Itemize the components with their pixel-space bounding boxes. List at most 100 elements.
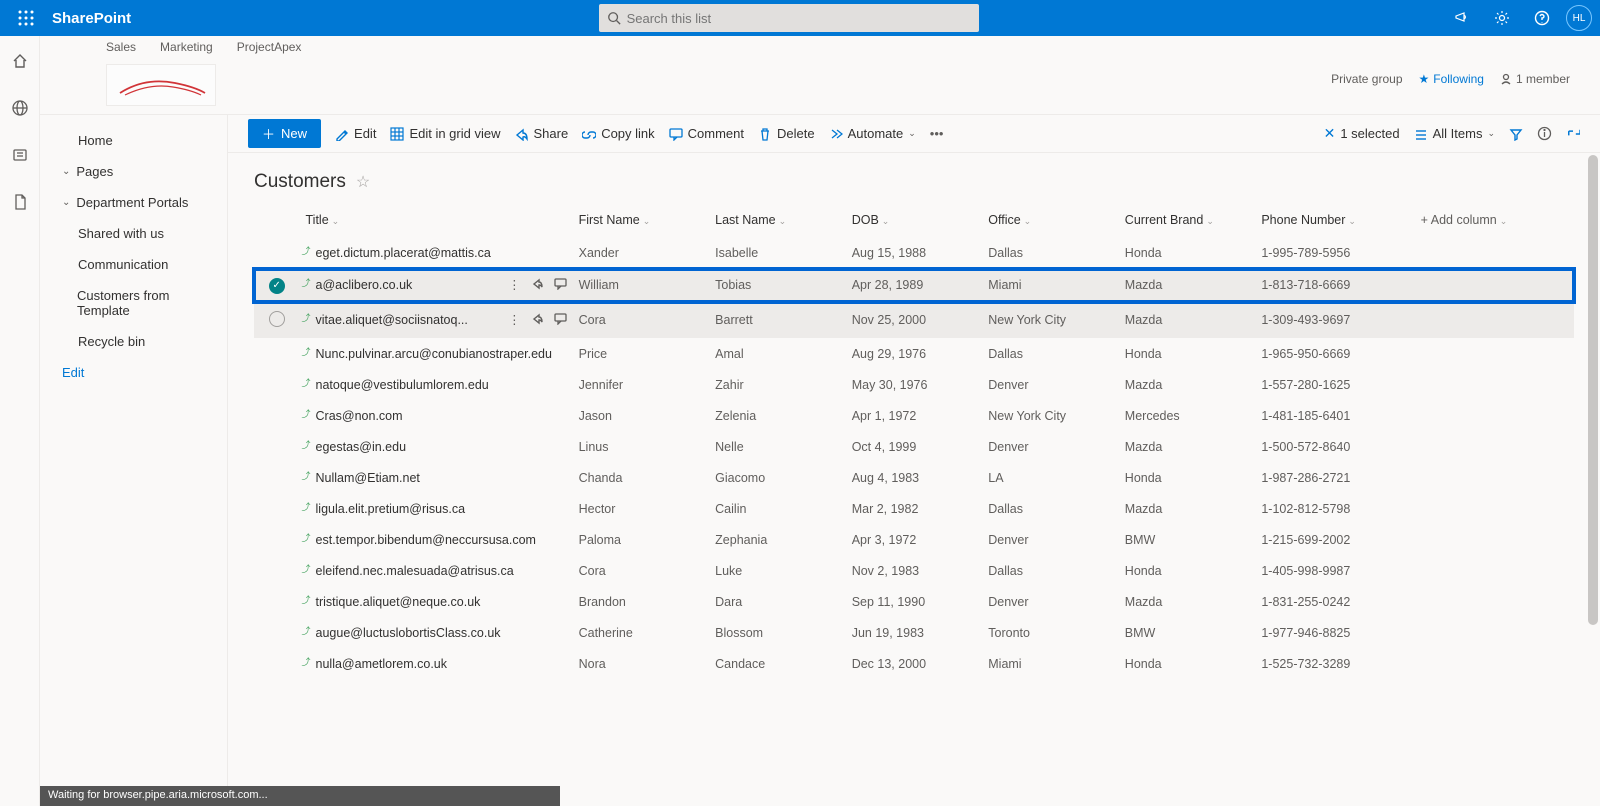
table-row[interactable]: ⤴egestas@in.eduLinusNelleOct 4, 1999Denv… [254, 431, 1574, 462]
top-nav-projectapex[interactable]: ProjectApex [237, 40, 302, 60]
table-row[interactable]: ⤴Cras@non.comJasonZeleniaApr 1, 1972New … [254, 400, 1574, 431]
info-button[interactable] [1537, 126, 1552, 141]
delete-button[interactable]: Delete [758, 126, 815, 141]
row-last: Blossom [709, 617, 846, 648]
table-row[interactable]: ⤴Nunc.pulvinar.arcu@conubianostraper.edu… [254, 338, 1574, 369]
row-title[interactable]: ⤴eleifend.nec.malesuada@atrisus.ca [306, 564, 514, 578]
nav-shared[interactable]: Shared with us [40, 218, 227, 249]
home-rail-icon[interactable] [11, 52, 29, 75]
col-first[interactable]: First Name⌄ [573, 203, 710, 238]
table-row[interactable]: ⤴natoque@vestibulumlorem.eduJenniferZahi… [254, 369, 1574, 400]
site-logo[interactable] [106, 64, 216, 106]
files-rail-icon[interactable] [11, 193, 29, 216]
row-brand: Honda [1119, 648, 1256, 679]
table-row[interactable]: ⤴vitae.aliquet@sociisnatoq...⋮CoraBarret… [254, 302, 1574, 338]
globe-rail-icon[interactable] [11, 99, 29, 122]
members-label[interactable]: 1 member [1500, 72, 1570, 86]
user-avatar[interactable]: HL [1566, 5, 1592, 31]
row-title[interactable]: ⤴est.tempor.bibendum@neccursusa.com [306, 533, 536, 547]
app-name[interactable]: SharePoint [52, 10, 131, 27]
more-button[interactable]: ••• [930, 126, 944, 141]
expand-icon [1566, 127, 1580, 141]
scrollbar[interactable] [1586, 115, 1600, 806]
row-title[interactable]: ⤴tristique.aliquet@neque.co.uk [306, 595, 481, 609]
col-phone[interactable]: Phone Number⌄ [1255, 203, 1414, 238]
top-nav-sales[interactable]: Sales [106, 40, 136, 60]
table-row[interactable]: ⤴tristique.aliquet@neque.co.ukBrandonDar… [254, 586, 1574, 617]
row-share-icon[interactable] [531, 312, 544, 328]
table-row[interactable]: ⤴est.tempor.bibendum@neccursusa.comPalom… [254, 524, 1574, 555]
edit-button[interactable]: Edit [335, 126, 376, 141]
row-phone: 1-965-950-6669 [1255, 338, 1414, 369]
view-selector[interactable]: All Items ⌄ [1414, 126, 1495, 141]
table-row[interactable]: ⤴eget.dictum.placerat@mattis.caXanderIsa… [254, 238, 1574, 269]
row-share-icon[interactable] [531, 277, 544, 293]
col-dob[interactable]: DOB⌄ [846, 203, 983, 238]
app-launcher-icon[interactable] [8, 0, 44, 36]
expand-button[interactable] [1566, 127, 1580, 141]
nav-communication[interactable]: Communication [40, 249, 227, 280]
row-comment-icon[interactable] [554, 277, 567, 293]
row-check-icon[interactable]: ✓ [269, 278, 285, 294]
comment-button[interactable]: Comment [669, 126, 744, 141]
table-row[interactable]: ⤴eleifend.nec.malesuada@atrisus.caCoraLu… [254, 555, 1574, 586]
link-indicator-icon: ⤴ [302, 562, 311, 575]
row-title[interactable]: ⤴nulla@ametlorem.co.uk [306, 657, 448, 671]
row-title[interactable]: ⤴a@aclibero.co.uk [306, 278, 413, 292]
row-brand: BMW [1119, 524, 1256, 555]
filter-button[interactable] [1509, 127, 1523, 141]
help-icon[interactable] [1526, 2, 1558, 34]
row-comment-icon[interactable] [554, 312, 567, 328]
row-title[interactable]: ⤴augue@luctuslobortisClass.co.uk [306, 626, 501, 640]
share-button[interactable]: Share [514, 126, 568, 141]
filter-icon [1509, 127, 1523, 141]
megaphone-icon[interactable] [1446, 2, 1478, 34]
row-title[interactable]: ⤴vitae.aliquet@sociisnatoq... [306, 313, 468, 327]
row-title[interactable]: ⤴Cras@non.com [306, 409, 403, 423]
row-more-icon[interactable]: ⋮ [508, 312, 521, 328]
top-nav-marketing[interactable]: Marketing [160, 40, 213, 60]
nav-home[interactable]: Home [40, 125, 227, 156]
clear-selection-button[interactable]: ✕1 selected [1324, 125, 1400, 142]
table-row[interactable]: ⤴Nullam@Etiam.netChandaGiacomoAug 4, 198… [254, 462, 1574, 493]
row-first: Jennifer [573, 369, 710, 400]
favorite-star-icon[interactable]: ☆ [356, 172, 370, 192]
chevron-down-icon: ⌄ [1487, 128, 1495, 139]
table-row[interactable]: ⤴augue@luctuslobortisClass.co.ukCatherin… [254, 617, 1574, 648]
link-indicator-icon: ⤴ [302, 438, 311, 451]
row-office: Toronto [982, 617, 1119, 648]
col-last[interactable]: Last Name⌄ [709, 203, 846, 238]
nav-edit-link[interactable]: Edit [40, 357, 227, 388]
table-row[interactable]: ⤴ligula.elit.pretium@risus.caHectorCaili… [254, 493, 1574, 524]
search-box[interactable] [599, 4, 979, 32]
row-first: Price [573, 338, 710, 369]
nav-customers-template[interactable]: Customers from Template [40, 280, 227, 326]
row-title[interactable]: ⤴Nullam@Etiam.net [306, 471, 420, 485]
nav-dept-portals[interactable]: ⌄Department Portals [40, 187, 227, 218]
col-brand[interactable]: Current Brand⌄ [1119, 203, 1256, 238]
row-title[interactable]: ⤴egestas@in.edu [306, 440, 407, 454]
col-add[interactable]: + Add column⌄ [1415, 203, 1574, 238]
row-select-circle[interactable] [269, 311, 285, 327]
grid-view-button[interactable]: Edit in grid view [390, 126, 500, 141]
row-dob: Dec 13, 2000 [846, 648, 983, 679]
row-title[interactable]: ⤴eget.dictum.placerat@mattis.ca [306, 246, 491, 260]
col-office[interactable]: Office⌄ [982, 203, 1119, 238]
row-title[interactable]: ⤴natoque@vestibulumlorem.edu [306, 378, 489, 392]
table-row[interactable]: ✓⤴a@aclibero.co.uk⋮WilliamTobiasApr 28, … [254, 269, 1574, 303]
table-row[interactable]: ⤴nulla@ametlorem.co.ukNoraCandaceDec 13,… [254, 648, 1574, 679]
copy-link-button[interactable]: Copy link [582, 126, 654, 141]
following-button[interactable]: ★ Following [1419, 72, 1484, 86]
link-indicator-icon: ⤴ [302, 311, 311, 324]
new-button[interactable]: ＋ New [248, 119, 321, 148]
row-more-icon[interactable]: ⋮ [508, 277, 521, 293]
col-title[interactable]: Title⌄ [300, 203, 573, 238]
nav-pages[interactable]: ⌄Pages [40, 156, 227, 187]
search-input[interactable] [627, 11, 971, 26]
row-title[interactable]: ⤴ligula.elit.pretium@risus.ca [306, 502, 466, 516]
nav-recycle[interactable]: Recycle bin [40, 326, 227, 357]
automate-button[interactable]: Automate ⌄ [829, 126, 916, 141]
row-title[interactable]: ⤴Nunc.pulvinar.arcu@conubianostraper.edu [306, 347, 552, 361]
settings-icon[interactable] [1486, 2, 1518, 34]
news-rail-icon[interactable] [11, 146, 29, 169]
